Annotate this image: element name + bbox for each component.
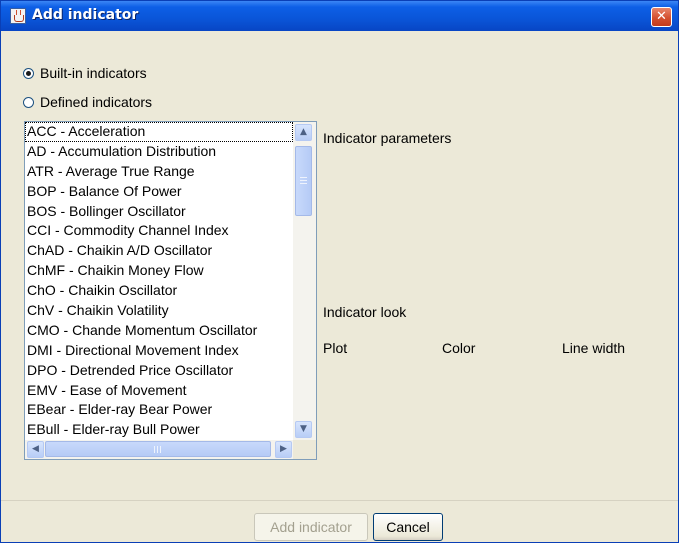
indicator-parameters-heading: Indicator parameters (323, 130, 452, 146)
list-item[interactable]: ChV - Chaikin Volatility (25, 301, 293, 321)
vertical-scroll-thumb[interactable] (295, 146, 312, 216)
look-column-line-width: Line width (562, 340, 626, 356)
radio-builtin-label: Built-in indicators (40, 65, 147, 81)
chevron-up-icon: ▲ (300, 127, 307, 137)
list-item[interactable]: ChMF - Chaikin Money Flow (25, 261, 293, 281)
list-item[interactable]: ChO - Chaikin Oscillator (25, 281, 293, 301)
indicator-list-items: ACC - Acceleration AD - Accumulation Dist… (25, 122, 293, 440)
horizontal-scroll-thumb[interactable] (45, 441, 271, 457)
button-bar-divider (1, 500, 678, 501)
java-cup-icon (10, 8, 26, 24)
radio-selected-dot (26, 70, 31, 76)
list-item[interactable]: AD - Accumulation Distribution (25, 142, 293, 162)
list-item[interactable]: DPO - Detrended Price Oscillator (25, 361, 293, 381)
radio-icon[interactable] (23, 96, 34, 108)
list-item[interactable]: CCI - Commodity Channel Index (25, 221, 293, 241)
scroll-up-button[interactable]: ▲ (295, 124, 312, 141)
cancel-button[interactable]: Cancel (373, 513, 443, 541)
list-item[interactable]: CMO - Chande Momentum Oscillator (25, 321, 293, 341)
list-item[interactable]: ChAD - Chaikin A/D Oscillator (25, 241, 293, 261)
look-column-plot: Plot (323, 340, 348, 356)
list-item[interactable]: ATR - Average True Range (25, 162, 293, 182)
close-button[interactable]: ✕ (651, 7, 672, 27)
title-bar[interactable]: Add indicator ✕ (1, 1, 678, 31)
list-item[interactable]: DMI - Directional Movement Index (25, 341, 293, 361)
vertical-scrollbar[interactable]: ▲ ▼ (293, 122, 316, 440)
radio-builtin-indicators[interactable]: Built-in indicators (23, 64, 147, 82)
indicator-list[interactable]: ACC - Acceleration AD - Accumulation Dist… (24, 121, 317, 460)
chevron-left-icon: ◀ (32, 444, 39, 454)
scroll-corner (293, 440, 316, 459)
scroll-down-button[interactable]: ▼ (295, 421, 312, 438)
radio-defined-indicators[interactable]: Defined indicators (23, 93, 152, 111)
radio-icon[interactable] (23, 67, 34, 79)
list-item[interactable]: BOS - Bollinger Oscillator (25, 202, 293, 222)
chevron-down-icon: ▼ (300, 424, 307, 434)
chevron-right-icon: ▶ (280, 444, 287, 454)
scroll-left-button[interactable]: ◀ (27, 441, 44, 458)
list-item[interactable]: ACC - Acceleration (25, 122, 293, 142)
list-item[interactable]: EMV - Ease of Movement (25, 381, 293, 401)
list-item[interactable]: EBull - Elder-ray Bull Power (25, 420, 293, 440)
indicator-look-heading: Indicator look (323, 304, 407, 320)
add-indicator-button[interactable]: Add indicator (254, 513, 368, 541)
horizontal-scrollbar[interactable]: ◀ ▶ (25, 440, 316, 459)
radio-defined-label: Defined indicators (40, 94, 153, 110)
list-item[interactable]: EBear - Elder-ray Bear Power (25, 400, 293, 420)
list-item[interactable]: BOP - Balance Of Power (25, 182, 293, 202)
close-icon: ✕ (656, 9, 667, 24)
look-column-color: Color (442, 340, 476, 356)
window-title: Add indicator (32, 7, 139, 23)
add-indicator-dialog: Add indicator ✕ Built-in indicators Defi… (0, 0, 679, 543)
scroll-right-button[interactable]: ▶ (275, 441, 292, 458)
